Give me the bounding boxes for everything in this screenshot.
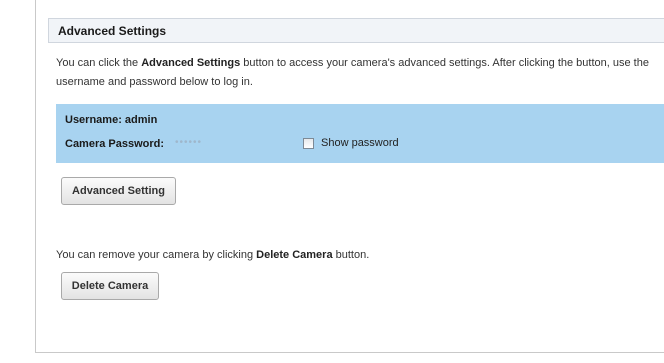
camera-password-label: Camera Password: — [65, 138, 165, 150]
description-bold: Advanced Settings — [141, 57, 241, 69]
section-title: Advanced Settings — [58, 24, 167, 38]
advanced-settings-description: You can click the Advanced Settings butt… — [56, 54, 662, 92]
panel-left-border — [35, 0, 36, 353]
show-password-label[interactable]: Show password — [321, 137, 399, 149]
advanced-setting-button[interactable]: Advanced Setting — [61, 177, 176, 205]
remove-text-2: button. — [332, 249, 370, 261]
camera-password-value: •••••• — [175, 137, 203, 148]
username-label: Username: admin — [65, 114, 158, 126]
remove-text-bold: Delete Camera — [256, 249, 333, 261]
remove-text-1: You can remove your camera by clicking — [56, 249, 257, 261]
description-text-1: You can click the — [56, 57, 142, 69]
remove-camera-description: You can remove your camera by clicking D… — [56, 249, 369, 261]
show-password-checkbox[interactable] — [303, 138, 314, 149]
advanced-settings-header: Advanced Settings — [48, 18, 664, 43]
panel-bottom-border — [35, 352, 664, 353]
credentials-panel: Username: admin Camera Password: •••••• … — [56, 104, 664, 163]
delete-camera-button[interactable]: Delete Camera — [61, 272, 159, 300]
camera-settings-page: Advanced Settings You can click the Adva… — [0, 0, 664, 363]
